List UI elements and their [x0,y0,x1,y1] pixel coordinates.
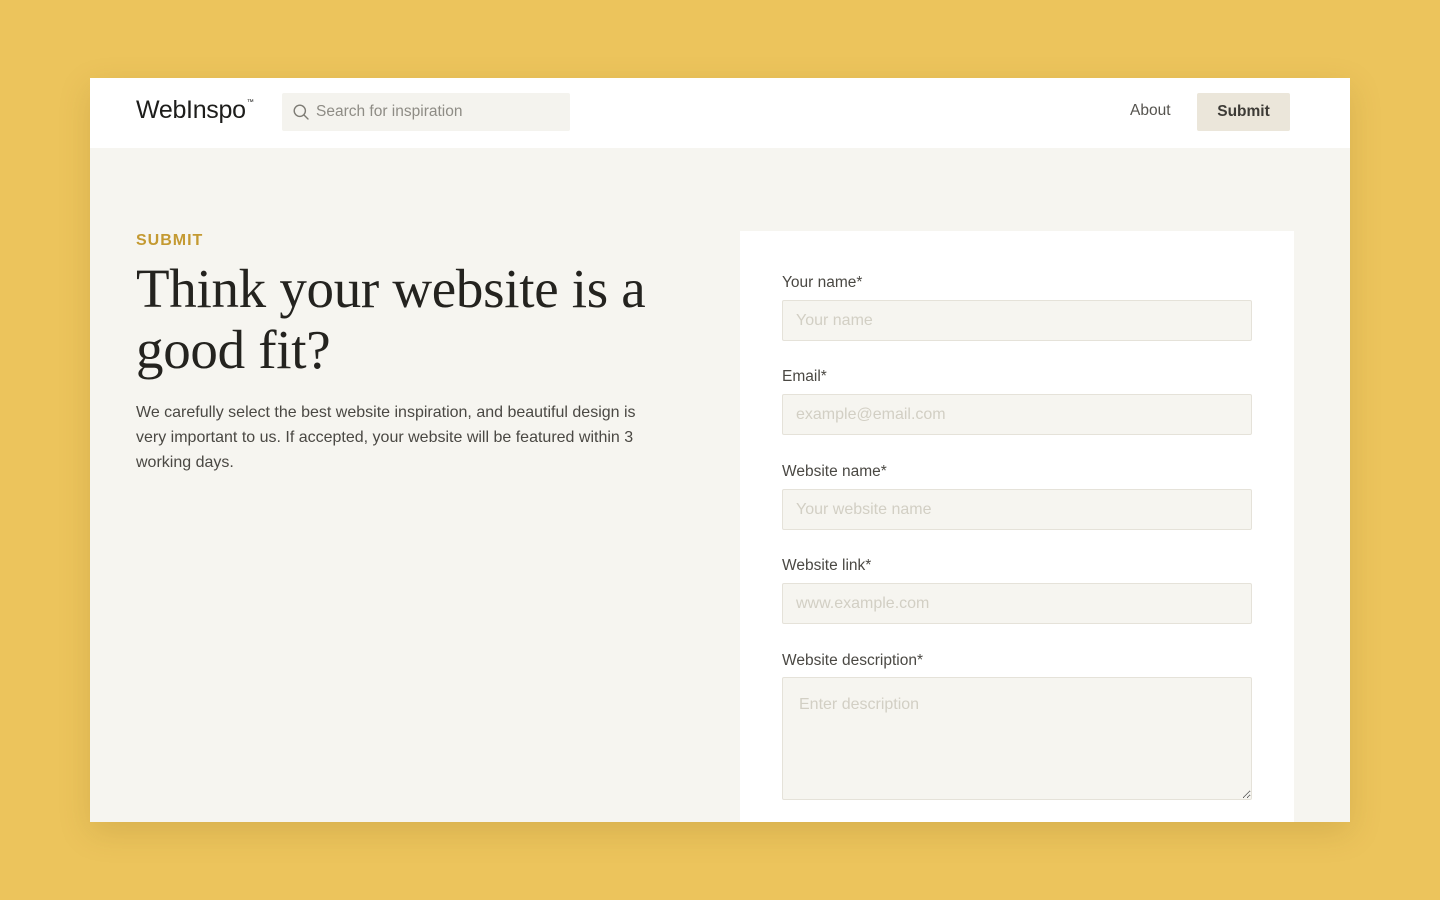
submission-form: Your name* Email* Website name* Website … [740,231,1294,822]
name-input[interactable] [782,300,1252,341]
logo[interactable]: WebInspo™ [136,96,254,125]
description-textarea[interactable] [782,677,1252,800]
email-field-label: Email* [782,368,827,385]
website-link-field-label: Website link* [782,557,872,574]
intro-paragraph: We carefully select the best website ins… [136,404,636,471]
email-input[interactable] [782,394,1252,435]
name-field-label: Your name* [782,274,863,291]
page-title: Think your website is a good fit? [136,258,646,380]
browser-window: WebInspo™ About Submit SUBMIT Think your… [90,78,1350,822]
description-field-label: Website description* [782,652,924,669]
website-name-input[interactable] [782,489,1252,530]
section-eyebrow: SUBMIT [136,232,204,249]
website-name-field-label: Website name* [782,463,887,480]
trademark-mark: ™ [246,99,254,106]
website-link-input[interactable] [782,583,1252,624]
nav-about-link[interactable]: About [1130,102,1171,120]
search-bar[interactable] [282,93,570,131]
top-navigation-bar: WebInspo™ About Submit [90,78,1350,148]
search-icon [293,104,309,120]
search-input[interactable] [316,93,566,131]
logo-text[interactable]: WebInspo [136,96,246,124]
submit-nav-button[interactable]: Submit [1197,93,1290,131]
